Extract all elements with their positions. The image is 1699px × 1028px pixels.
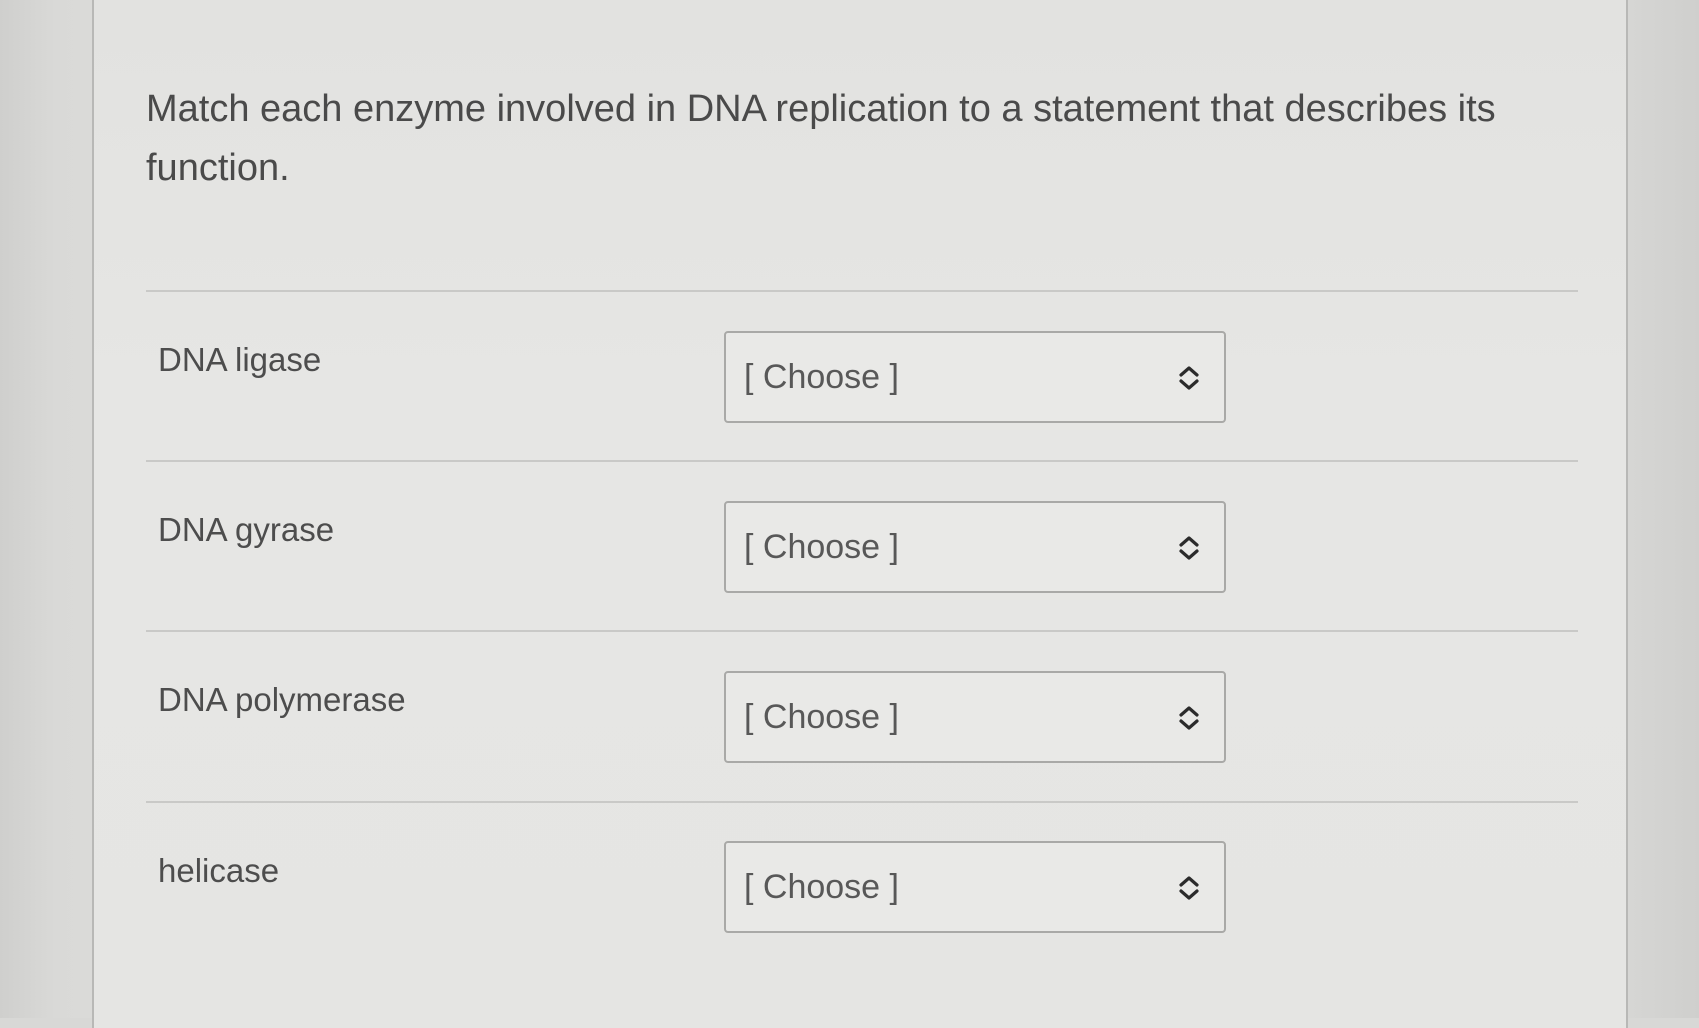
divider [146,630,1578,632]
divider [146,460,1578,462]
right-margin [1628,0,1699,1018]
up-down-chevron-icon [1179,366,1199,390]
up-down-chevron-icon [1179,876,1199,900]
select-helicase[interactable]: [ Choose ] [724,841,1226,933]
divider [146,801,1578,803]
select-value: [ Choose ] [744,528,899,566]
select-value: [ Choose ] [744,698,899,736]
left-margin [0,0,92,1018]
row-label-dna-gyrase: DNA gyrase [158,511,335,548]
select-dna-polymerase[interactable]: [ Choose ] [724,671,1226,763]
row-label-helicase: helicase [158,852,280,889]
up-down-chevron-icon [1179,536,1199,560]
select-value: [ Choose ] [744,868,899,906]
up-down-chevron-icon [1179,706,1199,730]
question-text: Match each enzyme involved in DNA replic… [146,88,1496,189]
select-dna-ligase[interactable]: [ Choose ] [724,331,1226,423]
select-dna-gyrase[interactable]: [ Choose ] [724,501,1226,593]
row-label-dna-ligase: DNA ligase [158,341,322,378]
select-value: [ Choose ] [744,358,899,396]
question-panel: Match each enzyme involved in DNA replic… [92,0,1628,1028]
row-label-dna-polymerase: DNA polymerase [158,681,406,718]
divider [146,290,1578,292]
